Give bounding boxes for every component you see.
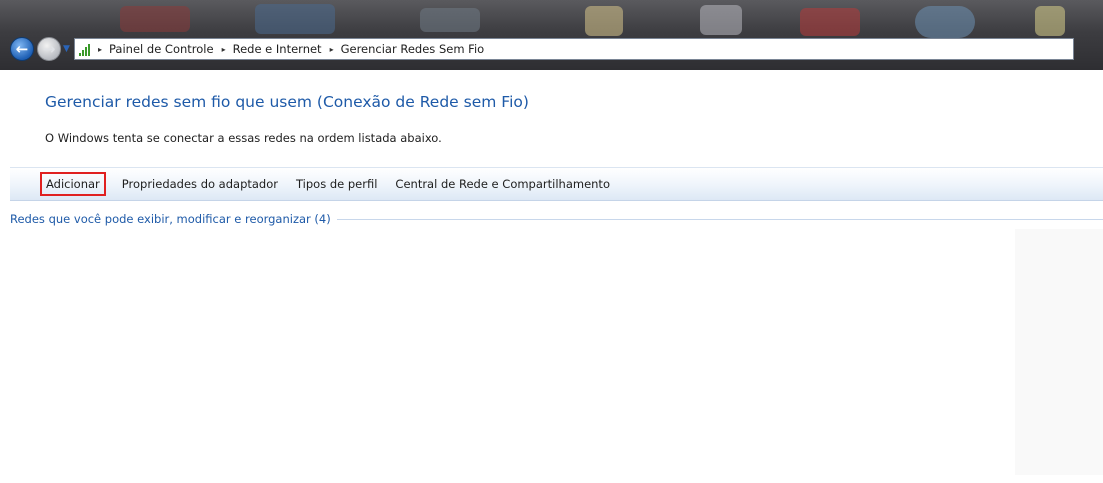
- recent-pages-dropdown[interactable]: ▼: [63, 44, 71, 54]
- background-blur-shape: [1035, 6, 1065, 36]
- forward-button[interactable]: →: [37, 37, 61, 61]
- background-blur-shape: [420, 8, 480, 32]
- breadcrumb-separator-icon[interactable]: ▸: [98, 45, 102, 54]
- network-list[interactable]: [10, 229, 1015, 475]
- back-button[interactable]: ←: [10, 37, 34, 61]
- background-blur-shape: [700, 5, 742, 35]
- adapter-properties-button[interactable]: Propriedades do adaptador: [117, 174, 283, 194]
- page-title: Gerenciar redes sem fio que usem (Conexã…: [45, 93, 529, 111]
- breadcrumb-network-internet[interactable]: Rede e Internet: [233, 42, 322, 56]
- chevron-down-icon: ▼: [63, 44, 70, 54]
- background-blur-shape: [120, 6, 190, 32]
- breadcrumb-separator-icon[interactable]: ▸: [222, 45, 226, 54]
- networks-group-label: Redes que você pode exibir, modificar e …: [10, 212, 331, 226]
- navigation-bar: ← → ▼ ▸ Painel de Controle ▸ Rede e Inte…: [0, 34, 1103, 64]
- breadcrumb-control-panel[interactable]: Painel de Controle: [109, 42, 214, 56]
- page-description: O Windows tenta se conectar a essas rede…: [45, 131, 442, 145]
- address-bar[interactable]: ▸ Painel de Controle ▸ Rede e Internet ▸…: [74, 38, 1074, 60]
- window-title-bar: ← → ▼ ▸ Painel de Controle ▸ Rede e Inte…: [0, 0, 1103, 70]
- arrow-right-icon: →: [42, 40, 56, 58]
- wireless-signal-icon: [79, 42, 90, 56]
- arrow-left-icon: ←: [15, 40, 29, 58]
- background-blur-shape: [800, 8, 860, 36]
- add-button[interactable]: Adicionar: [40, 172, 106, 196]
- background-blur-shape: [255, 4, 335, 34]
- profile-types-button[interactable]: Tipos de perfil: [291, 174, 382, 194]
- background-blur-shape: [585, 6, 623, 36]
- command-toolbar: Adicionar Propriedades do adaptador Tipo…: [10, 167, 1103, 201]
- network-sharing-center-button[interactable]: Central de Rede e Compartilhamento: [390, 174, 615, 194]
- list-side-panel: [1015, 229, 1103, 475]
- group-divider: [336, 218, 1103, 220]
- networks-group-header[interactable]: Redes que você pode exibir, modificar e …: [10, 211, 1103, 227]
- breadcrumb-manage-wireless[interactable]: Gerenciar Redes Sem Fio: [341, 42, 485, 56]
- breadcrumb-separator-icon[interactable]: ▸: [330, 45, 334, 54]
